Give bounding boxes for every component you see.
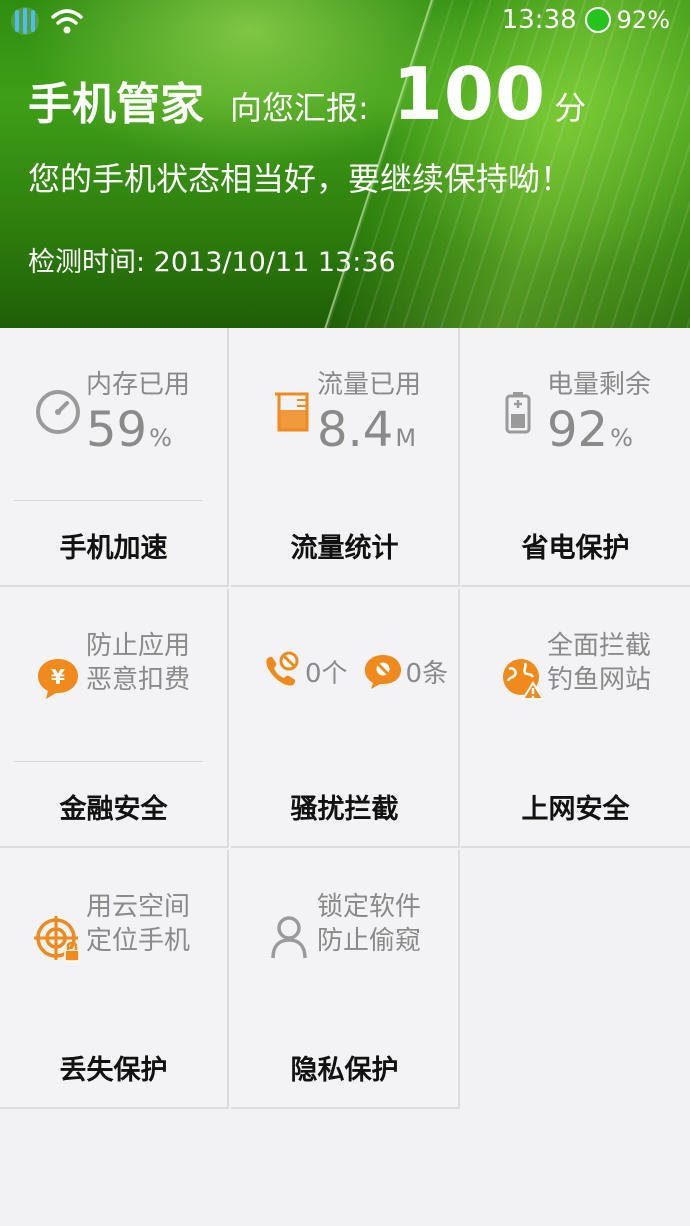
blocked-calls-count: 0个 xyxy=(305,658,348,689)
status-message: 您的手机状态相当好，要继续保持呦！ xyxy=(28,160,573,198)
tile-label: 隐私保护 xyxy=(290,1055,399,1086)
globe-warning-icon xyxy=(503,659,545,700)
divider xyxy=(14,761,203,762)
status-bar: 13:38 92% xyxy=(0,0,690,44)
web-security-desc: 全面拦截 钓鱼网站 xyxy=(547,631,652,695)
blocked-sms-count: 0条 xyxy=(405,658,449,689)
tile-loss-protection[interactable]: 用云空间 定位手机 丢失保护 xyxy=(0,850,229,1109)
tile-label: 金融安全 xyxy=(59,794,168,825)
tile-label: 省电保护 xyxy=(521,533,630,564)
score-title: 手机管家 向您汇报: 100 分 xyxy=(28,52,586,136)
tile-data-usage[interactable]: 流量已用 8.4M 流量统计 xyxy=(231,328,460,587)
person-icon xyxy=(271,916,307,959)
divider xyxy=(14,500,203,501)
locate-lock-icon xyxy=(34,916,80,962)
battery-percent: 92% xyxy=(616,6,670,34)
blocked-sms-icon xyxy=(364,655,401,689)
speedometer-icon xyxy=(36,390,80,434)
privacy-desc: 锁定软件 防止偷窥 xyxy=(317,892,422,956)
memory-label: 内存已用 xyxy=(86,370,191,400)
tile-label: 丢失保护 xyxy=(59,1055,168,1086)
tile-label: 流量统计 xyxy=(290,533,399,564)
app-notification-icon xyxy=(11,7,39,35)
tile-web-security[interactable]: 全面拦截 钓鱼网站 上网安全 xyxy=(461,589,690,848)
tile-phone-speedup[interactable]: 内存已用 59% 手机加速 xyxy=(0,328,229,587)
finance-desc: 防止应用 恶意扣费 xyxy=(86,631,191,695)
battery-level-icon xyxy=(505,392,531,434)
beaker-icon xyxy=(275,392,309,432)
tile-finance-security[interactable]: ¥ 防止应用 恶意扣费 金融安全 xyxy=(0,589,229,848)
health-score: 100 xyxy=(392,52,547,136)
svg-text:¥: ¥ xyxy=(51,665,65,689)
memory-value: 59% xyxy=(86,402,172,458)
blocked-call-icon xyxy=(266,651,299,686)
score-unit: 分 xyxy=(554,89,587,127)
report-prefix: 向您汇报: xyxy=(230,89,369,127)
harassment-stats: 0个 0条 xyxy=(261,651,448,691)
battery-icon xyxy=(584,7,611,33)
loss-protection-desc: 用云空间 定位手机 xyxy=(86,892,191,956)
battery-remaining-label: 电量剩余 xyxy=(547,370,652,400)
wifi-icon xyxy=(51,9,83,34)
tile-label: 手机加速 xyxy=(59,533,168,564)
yuan-bubble-icon: ¥ xyxy=(38,659,78,699)
tile-privacy-protection[interactable]: 锁定软件 防止偷窥 隐私保护 xyxy=(231,850,460,1109)
tile-harassment-block[interactable]: 0个 0条 骚扰拦截 xyxy=(231,589,460,848)
tile-label: 上网安全 xyxy=(521,794,630,825)
data-usage-label: 流量已用 xyxy=(317,370,422,400)
battery-remaining-value: 92% xyxy=(547,402,633,458)
header-banner: 13:38 92% 手机管家 向您汇报: 100 分 您的手机状态相当好，要继续… xyxy=(0,0,690,328)
clock: 13:38 xyxy=(501,5,577,35)
tile-label: 骚扰拦截 xyxy=(290,794,399,825)
check-time: 检测时间: 2013/10/11 13:36 xyxy=(28,247,396,278)
tile-power-saving[interactable]: 电量剩余 92% 省电保护 xyxy=(461,328,690,587)
app-name: 手机管家 xyxy=(28,79,204,130)
data-usage-value: 8.4M xyxy=(317,402,417,458)
